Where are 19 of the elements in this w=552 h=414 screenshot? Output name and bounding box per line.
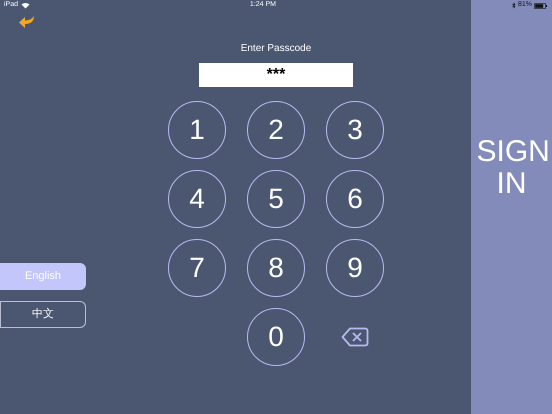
passcode-prompt: Enter Passcode	[240, 42, 312, 56]
sign-in-label: SIGN IN	[476, 136, 546, 200]
digit-key[interactable]: 7	[168, 239, 226, 297]
digit-key[interactable]: 5	[247, 170, 305, 228]
digit-key[interactable]: 9	[326, 239, 384, 297]
wifi-icon	[21, 2, 30, 9]
digit-key[interactable]: 8	[247, 239, 305, 297]
passcode-field[interactable]: ***	[199, 63, 353, 87]
digit-key[interactable]: 0	[247, 308, 305, 366]
digit-key[interactable]: 4	[168, 170, 226, 228]
language-button[interactable]: 中文	[0, 301, 86, 328]
digit-key[interactable]: 3	[326, 101, 384, 159]
bluetooth-icon	[512, 2, 516, 9]
back-arrow-icon[interactable]	[18, 15, 36, 29]
backspace-icon[interactable]	[341, 327, 369, 347]
digit-key[interactable]: 2	[247, 101, 305, 159]
battery-icon	[534, 2, 547, 8]
digit-key[interactable]: 6	[326, 170, 384, 228]
digit-key[interactable]: 1	[168, 101, 226, 159]
